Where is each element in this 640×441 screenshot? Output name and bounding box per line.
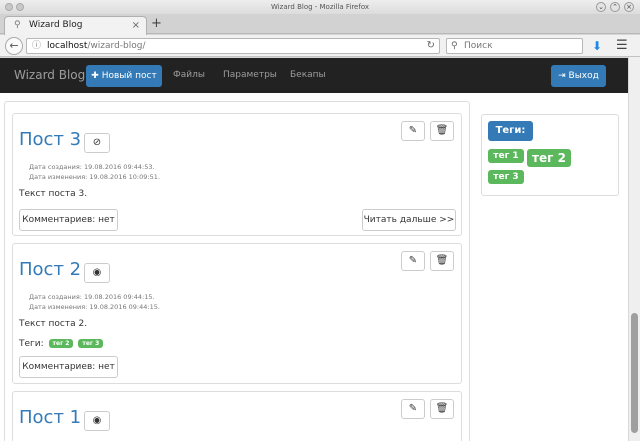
new-tab-icon[interactable]: + xyxy=(151,16,162,32)
created-date: Дата создания: 19.08.2016 09:44:53. xyxy=(29,163,155,171)
created-date: Дата создания: 19.08.2016 09:44:15. xyxy=(29,293,155,301)
sidebar-tag-3[interactable]: тег 3 xyxy=(488,170,524,184)
maximize-icon[interactable]: ⌃ xyxy=(610,2,620,12)
logout-button[interactable]: ⇥ Выход xyxy=(551,65,606,87)
sidebar-tag-1[interactable]: тег 1 xyxy=(488,149,524,163)
tags-label: Теги: xyxy=(19,339,44,349)
post-text: Текст поста 3. xyxy=(19,189,88,199)
site-navbar: Wizard Blog ✚ Новый пост Файлы Параметры… xyxy=(0,58,640,93)
minimize-icon[interactable]: ⌄ xyxy=(596,2,606,12)
tag-label[interactable]: тег 3 xyxy=(78,339,104,348)
trash-icon: 🗑 xyxy=(435,255,449,266)
logout-icon: ⇥ xyxy=(558,71,566,81)
eye-icon: ◉ xyxy=(92,415,102,426)
tab-close-icon[interactable]: × xyxy=(132,17,140,34)
visible-toggle-button[interactable]: ◉ xyxy=(84,411,110,431)
post-title[interactable]: Пост 1 xyxy=(19,407,81,428)
search-input[interactable]: ⚲ Поиск xyxy=(446,38,583,54)
close-window-icon[interactable]: × xyxy=(624,2,634,12)
post-title[interactable]: Пост 3 xyxy=(19,129,81,150)
delete-button[interactable]: 🗑 xyxy=(430,121,454,141)
search-icon: ⚲ xyxy=(451,41,458,51)
nav-link-settings[interactable]: Параметры xyxy=(223,70,277,80)
read-more-button[interactable]: Читать дальше >> xyxy=(362,209,456,231)
url-path: /wizard-blog/ xyxy=(87,41,146,51)
window-controls: ⌄ ⌃ × xyxy=(596,2,634,12)
tag-label[interactable]: тег 2 xyxy=(48,339,74,348)
eye-icon: ◉ xyxy=(92,267,102,278)
tab-bar: ⚲ Wizard Blog × xyxy=(0,14,640,35)
tab-wizard-blog[interactable]: ⚲ Wizard Blog × xyxy=(4,16,147,35)
info-icon[interactable]: ⓘ xyxy=(32,39,41,53)
post-card: Пост 3 ⊘ ✎ 🗑 Дата создания: 19.08.2016 0… xyxy=(12,113,462,236)
new-post-button[interactable]: ✚ Новый пост xyxy=(86,65,162,87)
edit-button[interactable]: ✎ xyxy=(401,399,425,419)
logout-label: Выход xyxy=(568,71,599,81)
back-button[interactable]: ← xyxy=(5,37,23,55)
trash-icon: 🗑 xyxy=(435,125,449,136)
search-placeholder: Поиск xyxy=(464,41,493,51)
reload-icon[interactable]: ↻ xyxy=(427,39,435,53)
plus-icon: ✚ xyxy=(91,71,99,81)
scrollbar-thumb[interactable] xyxy=(631,313,638,433)
tags-sidebar: Теги: тег 1 тег 2 тег 3 xyxy=(481,114,619,196)
comments-button[interactable]: Комментариев: нет xyxy=(19,209,118,231)
post-card: Пост 1 ◉ ✎ 🗑 xyxy=(12,391,462,441)
delete-button[interactable]: 🗑 xyxy=(430,399,454,419)
nav-link-files[interactable]: Файлы xyxy=(173,70,205,80)
eye-slash-icon: ⊘ xyxy=(92,137,102,148)
url-bar[interactable]: ⓘ localhost/wizard-blog/ ↻ xyxy=(26,38,440,54)
edit-button[interactable]: ✎ xyxy=(401,121,425,141)
sidebar-tag-2[interactable]: тег 2 xyxy=(527,149,571,167)
pencil-icon: ✎ xyxy=(408,255,418,266)
comments-button[interactable]: Комментариев: нет xyxy=(19,356,118,378)
new-post-label: Новый пост xyxy=(101,71,157,81)
site-brand[interactable]: Wizard Blog xyxy=(14,68,85,82)
post-dates: Дата создания: 19.08.2016 09:44:15. Дата… xyxy=(29,292,160,312)
post-tags: Теги: тег 2 тег 3 xyxy=(19,339,104,349)
post-dates: Дата создания: 19.08.2016 09:44:53. Дата… xyxy=(29,162,160,182)
window-titlebar: Wizard Blog - Mozilla Firefox ⌄ ⌃ × xyxy=(0,0,640,14)
trash-icon: 🗑 xyxy=(435,403,449,414)
delete-button[interactable]: 🗑 xyxy=(430,251,454,271)
url-host: localhost xyxy=(47,41,88,51)
nav-link-backups[interactable]: Бекапы xyxy=(290,70,326,80)
page-viewport: Wizard Blog ✚ Новый пост Файлы Параметры… xyxy=(0,58,640,441)
hamburger-menu-icon[interactable]: ☰ xyxy=(616,39,628,53)
pencil-icon: ✎ xyxy=(408,403,418,414)
window-light-icon xyxy=(5,3,13,11)
tab-label: Wizard Blog xyxy=(29,20,83,30)
edit-button[interactable]: ✎ xyxy=(401,251,425,271)
post-card: Пост 2 ◉ ✎ 🗑 Дата создания: 19.08.2016 0… xyxy=(12,243,462,384)
page-scrollbar[interactable] xyxy=(628,57,640,441)
window-lights xyxy=(5,3,24,11)
modified-date: Дата изменения: 19.08.2016 09:44:15. xyxy=(29,303,160,311)
post-text: Текст поста 2. xyxy=(19,319,88,329)
download-icon[interactable]: ⬇ xyxy=(592,39,602,53)
tags-header: Теги: xyxy=(488,121,533,141)
pencil-icon: ✎ xyxy=(408,125,418,136)
browser-toolbar: ← ⓘ localhost/wizard-blog/ ↻ ⚲ Поиск xyxy=(0,35,640,57)
window-light-icon xyxy=(16,3,24,11)
page-icon: ⚲ xyxy=(14,20,21,30)
post-title[interactable]: Пост 2 xyxy=(19,259,81,280)
visible-toggle-button[interactable]: ◉ xyxy=(84,263,110,283)
modified-date: Дата изменения: 19.08.2016 10:09:51. xyxy=(29,173,160,181)
window-title: Wizard Blog - Mozilla Firefox xyxy=(270,3,370,11)
hidden-toggle-button[interactable]: ⊘ xyxy=(84,133,110,153)
